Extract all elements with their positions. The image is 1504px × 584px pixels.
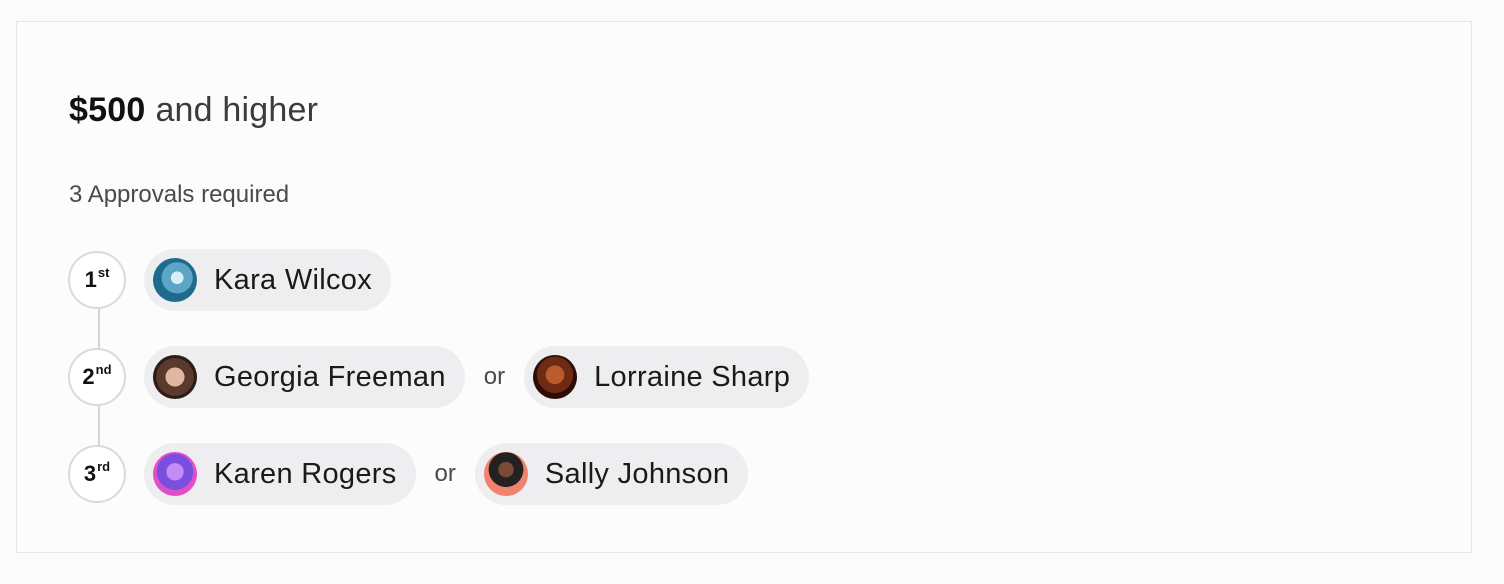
- step-number: 2: [82, 364, 95, 389]
- approver-name: Georgia Freeman: [214, 360, 446, 393]
- approvals-required-text: 3 Approvals required: [69, 181, 290, 208]
- approver-name: Sally Johnson: [544, 457, 730, 490]
- or-separator: or: [434, 460, 456, 487]
- step-number: 1: [84, 267, 97, 292]
- approval-step-1: 1st Kara Wilcox: [68, 249, 391, 311]
- or-separator: or: [483, 363, 506, 390]
- approver-name: Kara Wilcox: [214, 263, 372, 296]
- avatar: [153, 258, 197, 302]
- step-connector: [98, 404, 100, 446]
- step-ordinal-suffix: rd: [97, 458, 111, 474]
- approval-rule-card: $500 and higher 3 Approvals required 1st …: [16, 21, 1472, 553]
- step-number-badge: 2nd: [68, 348, 126, 406]
- step-connector: [98, 307, 100, 349]
- step-number: 3: [83, 461, 97, 486]
- step-number-badge: 1st: [68, 251, 126, 309]
- step-number-badge: 3rd: [68, 445, 126, 503]
- approval-step-2: 2nd Georgia Freeman or Lorraine Sharp: [68, 346, 810, 408]
- rule-amount: $500: [69, 91, 146, 129]
- approval-step-3: 3rd Karen Rogers or Sally Johnson: [68, 443, 749, 505]
- approver-chip-karen-rogers[interactable]: Karen Rogers: [144, 443, 416, 505]
- avatar: [153, 452, 197, 496]
- step-ordinal-suffix: nd: [95, 361, 112, 377]
- approver-chip-sally-johnson[interactable]: Sally Johnson: [474, 443, 749, 505]
- step-ordinal-suffix: st: [97, 264, 110, 280]
- avatar: [533, 355, 578, 399]
- approver-chip-georgia-freeman[interactable]: Georgia Freeman: [144, 346, 465, 408]
- approver-chip-lorraine-sharp[interactable]: Lorraine Sharp: [524, 346, 810, 408]
- approver-chip-kara-wilcox[interactable]: Kara Wilcox: [144, 249, 391, 311]
- avatar: [153, 355, 197, 399]
- rule-amount-suffix: and higher: [155, 91, 319, 129]
- avatar: [483, 452, 528, 496]
- approver-name: Karen Rogers: [214, 457, 397, 490]
- rule-title: $500 and higher: [69, 88, 318, 132]
- approver-name: Lorraine Sharp: [594, 360, 791, 393]
